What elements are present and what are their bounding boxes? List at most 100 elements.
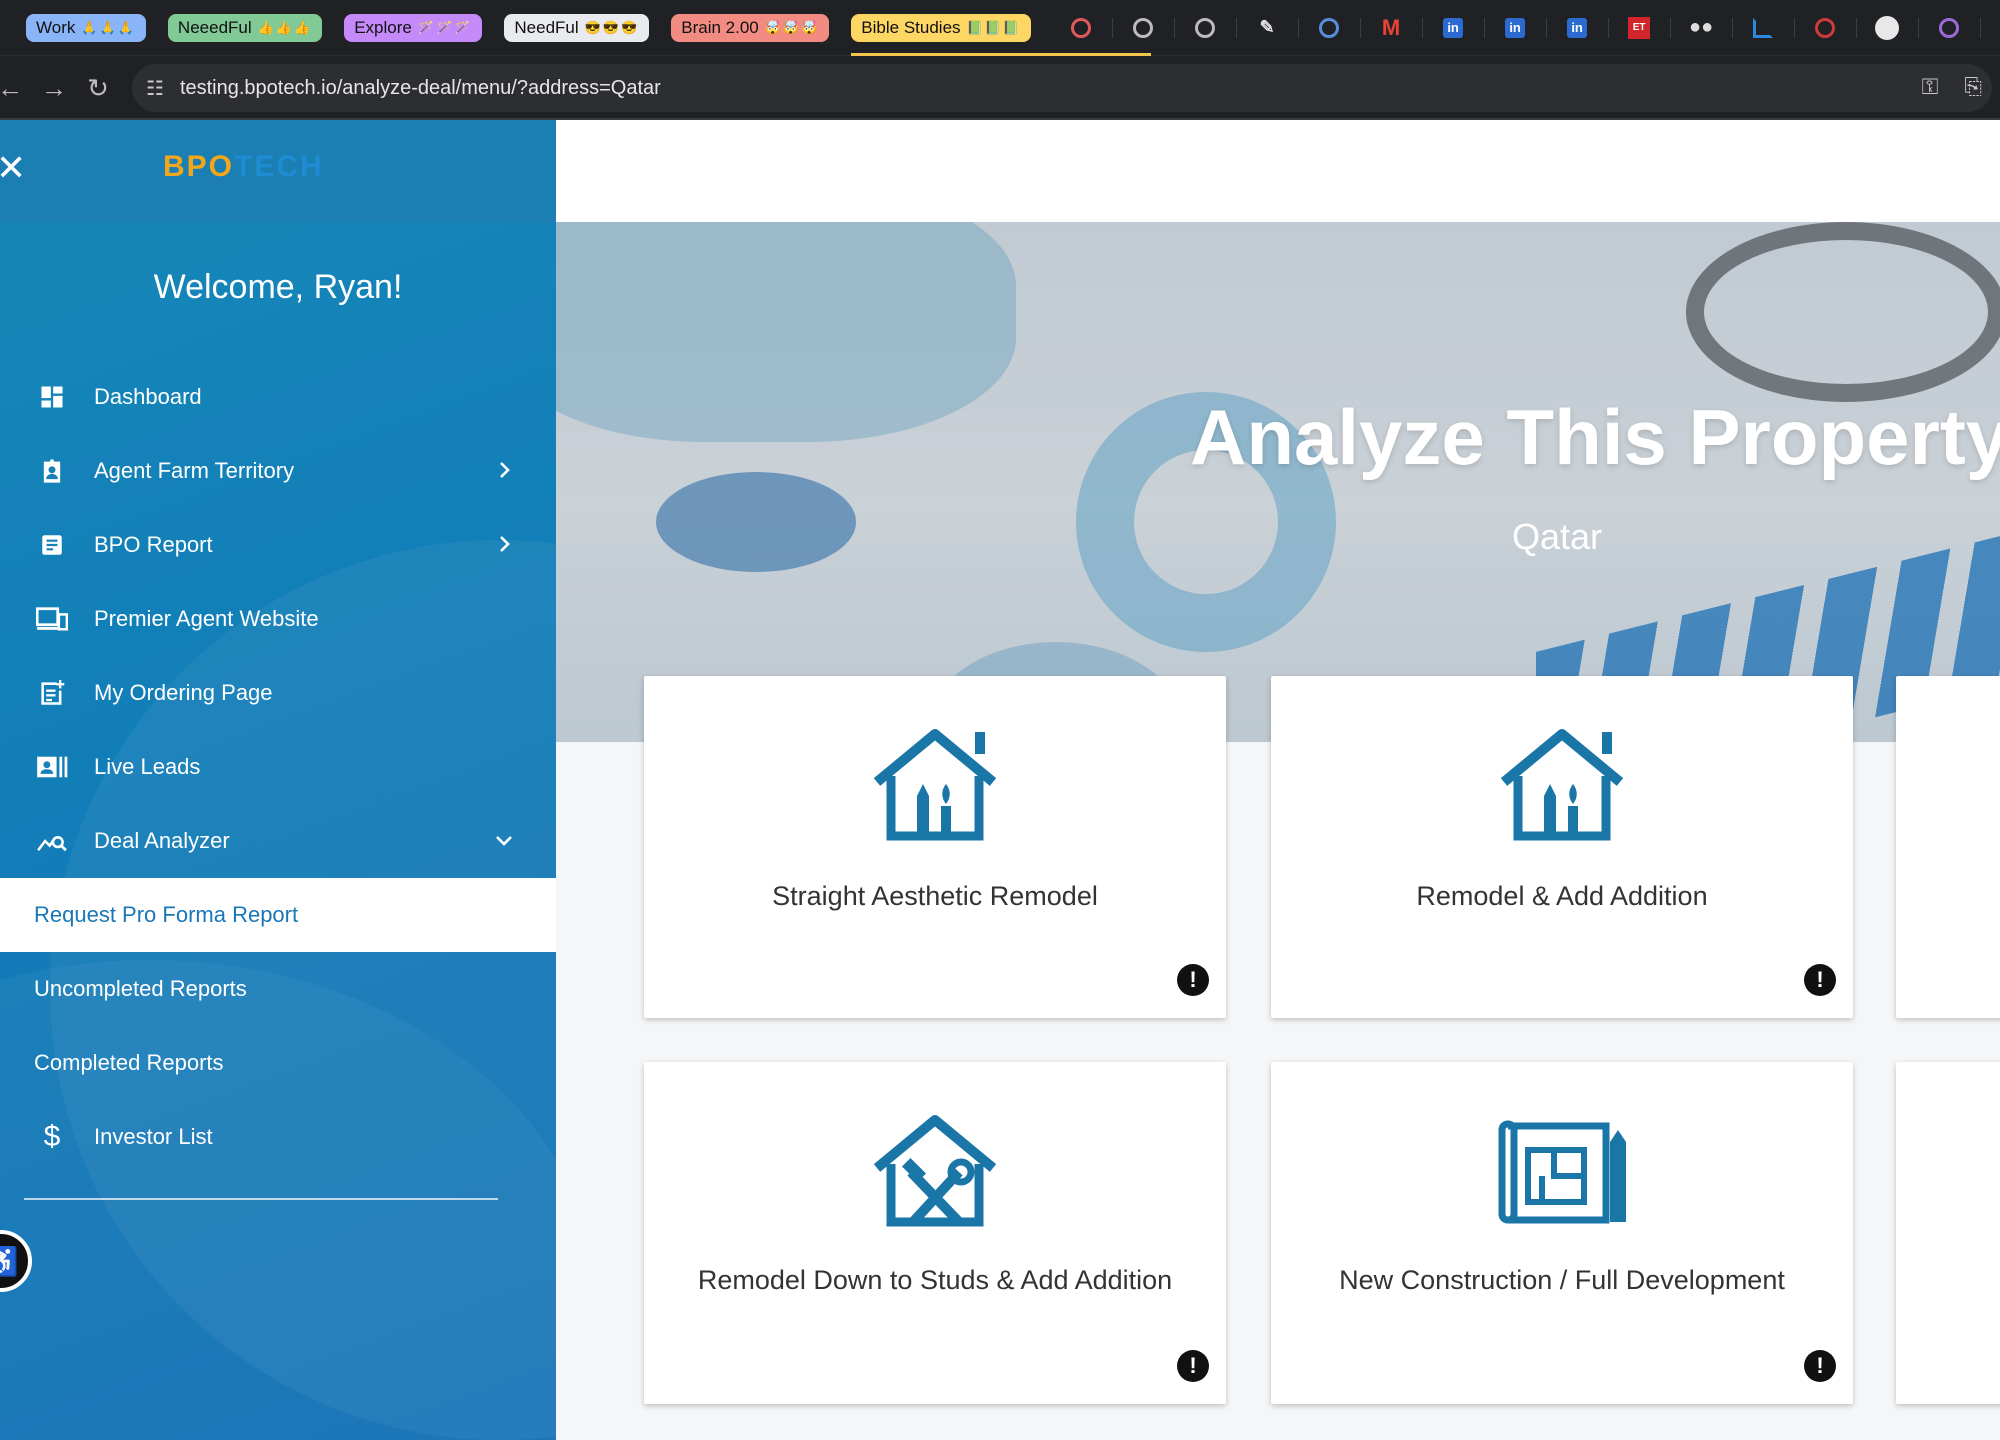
- sidebar-subitem-label: Uncompleted Reports: [34, 976, 247, 1001]
- sidebar: ✕ BPOTECH Welcome, Ryan! Dashboard Agent…: [0, 120, 556, 1440]
- sidebar-item-deal-analyzer[interactable]: Deal Analyzer: [0, 804, 556, 878]
- linkedin-icon[interactable]: in: [1559, 10, 1610, 46]
- sidebar-subitem-label: Completed Reports: [34, 1050, 224, 1075]
- sidebar-item-label: Live Leads: [94, 754, 201, 779]
- sidebar-item-investor-list[interactable]: $ Investor List: [0, 1100, 556, 1174]
- key-icon[interactable]: ⚿: [1922, 74, 1939, 100]
- url-text[interactable]: testing.bpotech.io/analyze-deal/menu/?ad…: [180, 77, 661, 100]
- sidebar-item-label: Agent Farm Territory: [94, 458, 295, 483]
- bookmark-label: NeedFul: [514, 17, 579, 37]
- hero-banner: Analyze This Property Qatar: [556, 222, 2000, 742]
- info-icon[interactable]: !: [1177, 1350, 1209, 1382]
- chatgpt-icon[interactable]: [1187, 10, 1238, 46]
- sidebar-item-label: Dashboard: [94, 384, 202, 409]
- report-icon: [36, 529, 68, 561]
- link-icon[interactable]: ✎: [1249, 10, 1300, 46]
- linkedin-icon[interactable]: in: [1435, 10, 1486, 46]
- bookmark-work[interactable]: Work 🙏🙏🙏: [26, 13, 146, 42]
- linkedin-icon[interactable]: in: [1497, 10, 1548, 46]
- chevron-down-icon[interactable]: [492, 828, 516, 852]
- welcome-message: Welcome, Ryan!: [153, 268, 403, 306]
- logo-part-bpo: BPO: [163, 150, 235, 183]
- site-settings-icon[interactable]: ☷: [146, 76, 164, 101]
- chevron-right-icon[interactable]: [492, 532, 516, 556]
- sidebar-item-label: Premier Agent Website: [94, 606, 319, 631]
- bookmark-label: Work: [36, 17, 76, 37]
- bookmark-emoji: 👍👍👍: [257, 19, 313, 35]
- bookmark-emoji: 🤯🤯🤯: [764, 19, 820, 35]
- pause-icon[interactable]: [1807, 10, 1858, 46]
- main-header: [556, 120, 2000, 222]
- reload-button[interactable]: ↻: [78, 68, 118, 108]
- card-partial-offscreen[interactable]: [1896, 1062, 2000, 1404]
- bookmark-needful[interactable]: NeedFul 😎😎😎: [504, 13, 650, 42]
- square-icon[interactable]: [1745, 10, 1796, 46]
- sidebar-subitem-completed-reports[interactable]: Completed Reports: [0, 1026, 556, 1100]
- hero-subtitle: Qatar: [1512, 516, 1603, 557]
- bookmarks-bar: Work 🙏🙏🙏 NeeedFul 👍👍👍 Explore 🪄🪄🪄 NeedFul 😎😎…: [0, 0, 2000, 56]
- house-brush-icon: [1500, 729, 1624, 841]
- info-icon[interactable]: !: [1804, 1350, 1836, 1382]
- sidebar-item-my-ordering-page[interactable]: My Ordering Page: [0, 656, 556, 730]
- card-partial-offscreen[interactable]: [1896, 676, 2000, 1018]
- bookmark-emoji: 🙏🙏🙏: [81, 19, 136, 35]
- bookmark-emoji: 📗📗📗: [966, 19, 1022, 35]
- badge-icon: [36, 455, 68, 487]
- card-title: Remodel Down to Studs & Add Addition: [697, 1265, 1173, 1295]
- sidebar-item-label: BPO Report: [94, 532, 213, 557]
- sidebar-subitem-uncompleted-reports[interactable]: Uncompleted Reports: [0, 952, 556, 1026]
- card-title: Remodel & Add Addition: [1416, 881, 1708, 911]
- back-button[interactable]: ←: [0, 68, 30, 108]
- sidebar-item-dashboard[interactable]: Dashboard: [0, 360, 556, 434]
- forward-button[interactable]: →: [34, 68, 74, 108]
- address-bar-row: ← → ↻ ☷ testing.bpotech.io/analyze-deal/…: [0, 56, 2000, 120]
- contact-card-icon: [36, 751, 68, 783]
- sidebar-header: ✕ BPOTECH: [0, 120, 556, 223]
- dollar-icon: $: [43, 1120, 61, 1153]
- info-icon[interactable]: !: [1177, 964, 1209, 996]
- bookmark-bible-studies[interactable]: Bible Studies 📗📗📗: [851, 13, 1151, 56]
- bookmark-emoji: 🪄🪄🪄: [417, 19, 473, 35]
- sidebar-item-agent-farm-territory[interactable]: Agent Farm Territory: [0, 434, 556, 508]
- favicon-bookmarks: ✎ M in in in ET ●●: [1063, 10, 1993, 46]
- bookmark-label: NeeedFul: [177, 17, 252, 37]
- card-straight-aesthetic-remodel[interactable]: Straight Aesthetic Remodel !: [644, 676, 1226, 1018]
- close-icon[interactable]: ✕: [0, 150, 26, 186]
- sidebar-subitem-label: Request Pro Forma Report: [34, 902, 299, 927]
- gmail-icon[interactable]: M: [1373, 10, 1424, 46]
- bookmark-emoji: 😎😎😎: [584, 19, 640, 35]
- bookmark-explore[interactable]: Explore 🪄🪄🪄: [344, 13, 483, 42]
- bookmark-label: Explore: [354, 17, 412, 37]
- devices-icon: [36, 603, 68, 635]
- github-icon[interactable]: [1869, 10, 1920, 46]
- et-icon[interactable]: ET: [1621, 10, 1672, 46]
- record-icon[interactable]: [1063, 10, 1114, 46]
- bookmark-brain[interactable]: Brain 2.00 🤯🤯🤯: [671, 13, 830, 42]
- omnibox[interactable]: ☷ testing.bpotech.io/analyze-deal/menu/?…: [132, 64, 1992, 112]
- blueprint-icon: [1498, 1120, 1626, 1224]
- medium-icon[interactable]: ●●: [1683, 10, 1734, 46]
- query-stats-icon: [36, 825, 68, 857]
- sidebar-subitem-request-pro-forma-report[interactable]: Request Pro Forma Report: [0, 878, 556, 952]
- sidebar-item-premier-agent-website[interactable]: Premier Agent Website: [0, 582, 556, 656]
- card-remodel-add-addition[interactable]: Remodel & Add Addition !: [1271, 676, 1853, 1018]
- compass-icon[interactable]: [1311, 10, 1362, 46]
- bpotech-logo[interactable]: BPOTECH: [163, 150, 324, 184]
- card-new-construction[interactable]: New Construction / Full Development !: [1271, 1062, 1853, 1404]
- bookmark-label: Bible Studies: [861, 17, 961, 37]
- hero-title: Analyze This Property: [1190, 393, 2000, 481]
- gemini-icon[interactable]: [1931, 10, 1982, 46]
- sidebar-item-bpo-report[interactable]: BPO Report: [0, 508, 556, 582]
- sidebar-item-label: My Ordering Page: [94, 680, 273, 705]
- card-remodel-down-to-studs[interactable]: Remodel Down to Studs & Add Addition !: [644, 1062, 1226, 1404]
- card-title: New Construction / Full Development: [1339, 1265, 1785, 1295]
- bookmark-label: Brain 2.00: [681, 17, 759, 37]
- house-tools-icon: [873, 1115, 997, 1227]
- info-icon[interactable]: !: [1804, 964, 1836, 996]
- sidebar-item-live-leads[interactable]: Live Leads: [0, 730, 556, 804]
- bookmark-neeedful[interactable]: NeeedFul 👍👍👍: [167, 13, 323, 42]
- install-icon[interactable]: ⎘: [1964, 74, 1982, 100]
- sidebar-item-label: Investor List: [94, 1124, 213, 1149]
- chevron-right-icon[interactable]: [492, 458, 516, 482]
- openai-icon[interactable]: [1125, 10, 1176, 46]
